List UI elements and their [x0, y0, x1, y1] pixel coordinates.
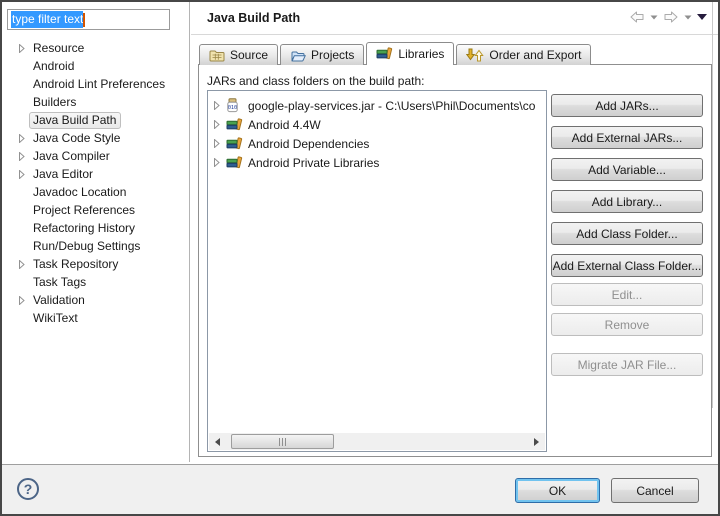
cancel-button[interactable]: Cancel — [611, 478, 699, 503]
expander-icon[interactable] — [19, 43, 33, 53]
scrollbar-thumb[interactable] — [231, 434, 334, 449]
tab-projects[interactable]: Projects — [280, 44, 365, 65]
forward-icon[interactable] — [662, 10, 680, 24]
tab-order-and-export[interactable]: Order and Export — [456, 44, 592, 65]
preferences-sidebar: type filter text Resource Android Androi… — [2, 2, 190, 462]
expander-icon[interactable] — [19, 295, 33, 305]
scroll-right-icon[interactable] — [528, 433, 545, 450]
sidebar-item-project-references[interactable]: Project References — [2, 201, 189, 219]
sidebar-item-android[interactable]: Android — [2, 57, 189, 75]
libraries-tab-panel: JARs and class folders on the build path… — [198, 64, 712, 457]
expander-icon[interactable] — [19, 151, 33, 161]
jar-file-icon: 010 — [226, 98, 244, 113]
expander-icon[interactable] — [214, 120, 226, 129]
tab-label: Source — [230, 48, 269, 62]
filter-selected-text: type filter text — [11, 11, 84, 28]
add-jars-button[interactable]: Add JARs... — [551, 94, 703, 117]
filter-input[interactable]: type filter text — [7, 9, 170, 30]
list-item-android-dependencies[interactable]: Android Dependencies — [208, 134, 546, 153]
sidebar-item-task-repository[interactable]: Task Repository — [2, 255, 189, 273]
tab-label: Projects — [311, 48, 355, 62]
sidebar-item-java-code-style[interactable]: Java Code Style — [2, 129, 189, 147]
sidebar-item-validation[interactable]: Validation — [2, 291, 189, 309]
list-item-android-44w[interactable]: Android 4.4W — [208, 115, 546, 134]
edit-button[interactable]: Edit... — [551, 283, 703, 306]
sidebar-item-android-lint-preferences[interactable]: Android Lint Preferences — [2, 75, 189, 93]
open-folder-icon — [290, 49, 307, 62]
sidebar-item-java-compiler[interactable]: Java Compiler — [2, 147, 189, 165]
header-separator — [191, 34, 718, 35]
library-books-icon — [226, 136, 244, 151]
tab-label: Libraries — [398, 47, 445, 61]
tab-source[interactable]: Source — [199, 44, 279, 65]
library-books-icon — [226, 117, 244, 132]
sidebar-item-resource[interactable]: Resource — [2, 39, 189, 57]
remove-button[interactable]: Remove — [551, 313, 703, 336]
horizontal-scrollbar[interactable] — [209, 433, 545, 450]
thumb-grip — [278, 437, 287, 446]
tab-label: Order and Export — [489, 48, 582, 62]
build-path-list[interactable]: 010 google-play-services.jar - C:\Users\… — [207, 90, 547, 452]
sidebar-item-java-build-path[interactable]: Java Build Path — [2, 111, 189, 129]
back-icon[interactable] — [628, 10, 646, 24]
package-folder-icon — [209, 49, 225, 62]
view-menu-icon[interactable] — [696, 13, 708, 21]
library-books-icon — [376, 47, 393, 61]
sidebar-item-task-tags[interactable]: Task Tags — [2, 273, 189, 291]
list-item-google-play-services-jar[interactable]: 010 google-play-services.jar - C:\Users\… — [208, 96, 546, 115]
expander-icon[interactable] — [214, 158, 226, 167]
add-variable-button[interactable]: Add Variable... — [551, 158, 703, 181]
build-path-tabs: Source Projects Libraries Order and Expo… — [199, 42, 593, 65]
dialog-button-bar: ? OK Cancel — [2, 464, 718, 514]
page-title: Java Build Path — [207, 11, 301, 25]
list-label: JARs and class folders on the build path… — [207, 74, 425, 88]
add-external-jars-button[interactable]: Add External JARs... — [551, 126, 703, 149]
add-library-button[interactable]: Add Library... — [551, 190, 703, 213]
scroll-left-icon[interactable] — [209, 433, 226, 450]
expander-icon[interactable] — [214, 139, 226, 148]
expander-icon[interactable] — [19, 259, 33, 269]
expander-icon[interactable] — [19, 133, 33, 143]
help-button[interactable]: ? — [17, 478, 39, 500]
back-dropdown-icon[interactable] — [650, 15, 658, 20]
sidebar-item-refactoring-history[interactable]: Refactoring History — [2, 219, 189, 237]
svg-text:010: 010 — [228, 105, 237, 111]
text-caret — [83, 12, 86, 27]
sidebar-item-wikitext[interactable]: WikiText — [2, 309, 189, 327]
expander-icon[interactable] — [19, 169, 33, 179]
sidebar-item-javadoc-location[interactable]: Javadoc Location — [2, 183, 189, 201]
library-books-icon — [226, 155, 244, 170]
add-class-folder-button[interactable]: Add Class Folder... — [551, 222, 703, 245]
pane-edge — [712, 2, 713, 408]
tab-libraries[interactable]: Libraries — [366, 42, 455, 65]
add-external-class-folder-button[interactable]: Add External Class Folder... — [551, 254, 703, 277]
history-nav — [628, 10, 708, 24]
preferences-main-pane: Java Build Path Source Projects Librarie… — [191, 2, 718, 462]
sidebar-item-run-debug-settings[interactable]: Run/Debug Settings — [2, 237, 189, 255]
order-arrows-icon — [466, 48, 485, 62]
ok-button[interactable]: OK — [515, 478, 600, 503]
migrate-jar-file-button[interactable]: Migrate JAR File... — [551, 353, 703, 376]
sidebar-item-builders[interactable]: Builders — [2, 93, 189, 111]
list-item-android-private-libraries[interactable]: Android Private Libraries — [208, 153, 546, 172]
sidebar-item-java-editor[interactable]: Java Editor — [2, 165, 189, 183]
forward-dropdown-icon[interactable] — [684, 15, 692, 20]
preferences-tree: Resource Android Android Lint Preference… — [2, 39, 189, 327]
preferences-dialog: type filter text Resource Android Androi… — [0, 0, 720, 516]
expander-icon[interactable] — [214, 101, 226, 110]
